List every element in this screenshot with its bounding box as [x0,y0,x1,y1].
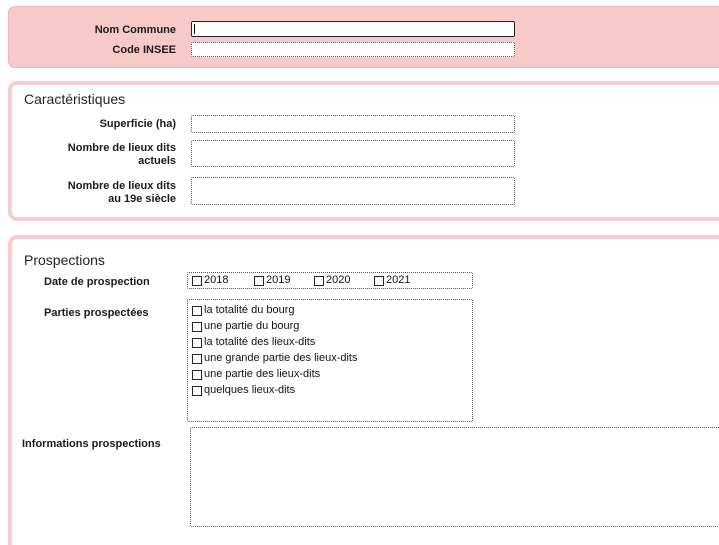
year-option-2019[interactable]: 2019 [254,274,290,287]
superficie-input[interactable] [191,115,515,133]
informations-prospections-textarea[interactable] [190,427,719,527]
year-option-2018[interactable]: 2018 [192,274,228,287]
partie-label: quelques lieux-dits [204,384,296,396]
partie-option[interactable]: une partie des lieux-dits [192,368,320,381]
partie-option[interactable]: la totalité des lieux-dits [192,336,315,349]
checkbox[interactable] [192,369,202,380]
checkbox[interactable] [192,321,202,332]
superficie-label: Superficie (ha) [99,118,176,130]
parties-prospectees-group: la totalité du bourg une partie du bourg… [187,299,473,422]
partie-label: une partie du bourg [204,320,300,332]
year-option-2021[interactable]: 2021 [374,274,410,287]
partie-option[interactable]: une partie du bourg [192,320,299,333]
lieux-dits-19e-label: Nombre de lieux dits au 19e siècle [30,180,176,206]
checkbox[interactable] [192,353,202,364]
checkbox[interactable] [192,305,202,316]
checkbox[interactable] [192,337,202,348]
identity-section [8,6,719,68]
lieux-dits-actuels-label-line1: Nombre de lieux dits [67,142,176,154]
lieux-dits-actuels-label: Nombre de lieux dits actuels [30,142,176,168]
nom-commune-input[interactable] [191,21,515,37]
code-insee-label: Code INSEE [112,44,176,56]
year-label: 2019 [266,274,291,286]
code-insee-input[interactable] [191,42,515,57]
year-option-2020[interactable]: 2020 [314,274,350,287]
year-label: 2020 [326,274,351,286]
partie-option[interactable]: quelques lieux-dits [192,384,295,397]
checkbox[interactable] [374,275,384,286]
lieux-dits-actuels-label-line2: actuels [138,155,176,167]
checkbox[interactable] [254,275,264,286]
year-label: 2018 [204,274,229,286]
partie-label: une grande partie des lieux-dits [204,352,358,364]
partie-label: une partie des lieux-dits [204,368,321,380]
checkbox[interactable] [192,275,202,286]
checkbox[interactable] [314,275,324,286]
caracteristiques-title: Caractéristiques [24,91,126,107]
nom-commune-label: Nom Commune [94,24,176,36]
date-prospection-group: 2018 2019 2020 2021 [187,272,473,289]
lieux-dits-19e-label-line1: Nombre de lieux dits [67,180,176,192]
partie-option[interactable]: la totalité du bourg [192,304,295,317]
year-label: 2021 [386,274,411,286]
lieux-dits-19e-label-line2: au 19e siècle [108,193,176,205]
text-caret [194,24,195,34]
partie-label: la totalité des lieux-dits [204,336,316,348]
prospections-title: Prospections [24,252,105,268]
informations-prospections-label: Informations prospections [22,438,161,450]
checkbox[interactable] [192,385,202,396]
parties-prospectees-label: Parties prospectées [44,307,149,319]
date-prospection-label: Date de prospection [44,276,150,288]
partie-label: la totalité du bourg [204,304,295,316]
partie-option[interactable]: une grande partie des lieux-dits [192,352,357,365]
lieux-dits-19e-input[interactable] [191,177,515,205]
lieux-dits-actuels-input[interactable] [191,140,515,167]
